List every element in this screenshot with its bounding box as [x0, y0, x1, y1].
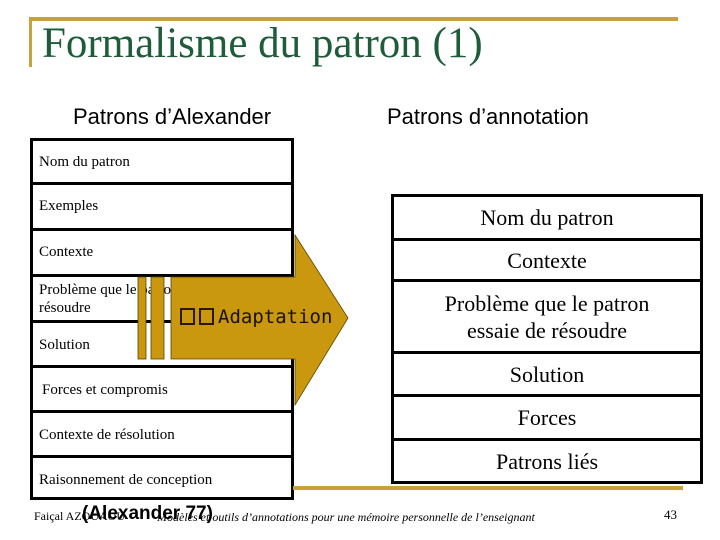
table-row: Contexte de résolution	[33, 410, 291, 455]
row-label: Nom du patron	[480, 205, 614, 230]
missing-glyph-icon	[180, 308, 195, 325]
row-label-line2: essaie de résoudre	[466, 317, 628, 343]
table-row: Nom du patron	[394, 197, 700, 238]
table-row: Contexte	[394, 238, 700, 279]
row-label: Raisonnement de conception	[39, 472, 213, 488]
table-row: Forces	[394, 394, 700, 438]
column-heading-annotation: Patrons d’annotation	[387, 104, 589, 129]
row-label: Nom du patron	[39, 154, 130, 170]
row-label: Solution	[39, 337, 90, 353]
table-row: Nom du patron	[33, 141, 291, 182]
missing-glyph-icon	[199, 308, 214, 325]
row-label: Exemples	[39, 198, 99, 214]
page-number: 43	[664, 507, 677, 522]
title-rule-left	[29, 17, 32, 67]
arrow-label-text: Adaptation	[218, 306, 333, 328]
row-label: Contexte de résolution	[39, 427, 175, 443]
footer-course-title: Modèles et outils d’annotations pour une…	[157, 510, 535, 524]
arrow-bar-wide	[150, 276, 165, 360]
arrow-bar-thin	[137, 276, 147, 360]
arrow-label: Adaptation	[180, 306, 332, 328]
row-label-line1: Problème que le patron	[444, 290, 650, 316]
row-label: Patrons liés	[495, 448, 599, 474]
slide-title: Formalisme du patron (1)	[42, 20, 483, 67]
row-label: Contexte	[507, 247, 587, 273]
row-label: Forces	[517, 405, 577, 430]
table-row: Exemples	[33, 182, 291, 228]
table-row: Solution	[394, 351, 700, 394]
annotation-pattern-table: Nom du patron Contexte Problème que le p…	[391, 194, 703, 484]
column-heading-alexander: Patrons d’Alexander	[73, 104, 272, 129]
row-label: Solution	[509, 361, 585, 387]
table-row: Problème que le patron essaie de résoudr…	[394, 279, 700, 351]
table-row: Patrons liés	[394, 438, 700, 481]
table-row: Raisonnement de conception	[33, 455, 291, 497]
row-label: Contexte	[39, 244, 94, 260]
footer-rule	[293, 486, 683, 490]
